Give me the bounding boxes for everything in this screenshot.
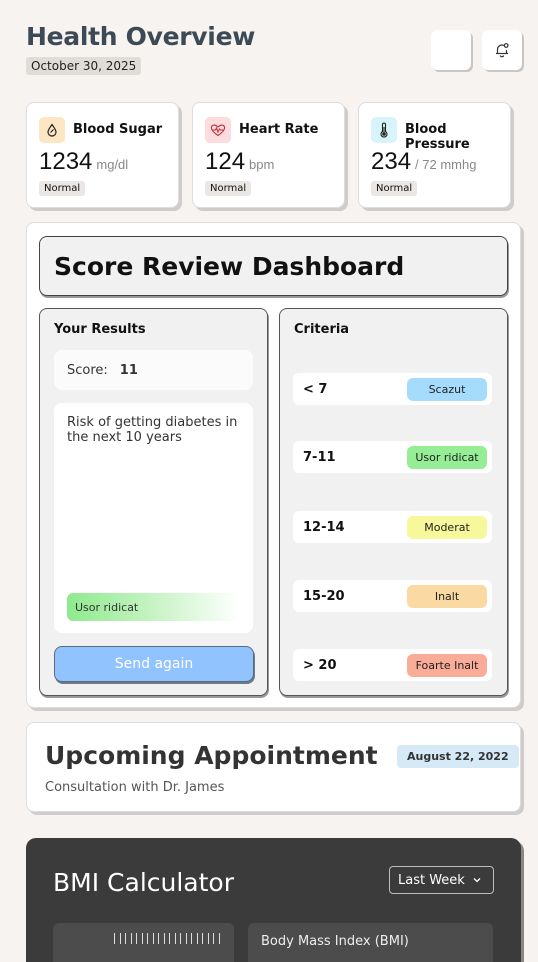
score-value: 11	[119, 362, 138, 378]
criteria-row: > 20 Foarte Inalt	[293, 649, 492, 681]
status-badge: Normal	[371, 181, 418, 196]
risk-text: Risk of getting diabetes in the next 10 …	[67, 415, 238, 445]
bmi-calculator-card: BMI Calculator Last Week Body Mass Index…	[26, 838, 521, 962]
vital-unit: bpm	[249, 157, 275, 172]
header-action-button[interactable]	[431, 30, 471, 70]
criteria-row: 7-11 Usor ridicat	[293, 441, 492, 473]
vital-unit: / 72 mmhg	[415, 157, 477, 172]
bmi-title: BMI Calculator	[53, 868, 234, 897]
appointment-card[interactable]: Upcoming Appointment August 22, 2022 Con…	[26, 722, 521, 812]
vital-value: 124 bpm	[205, 148, 275, 175]
heart-pulse-icon	[205, 117, 231, 143]
appointment-title: Upcoming Appointment	[45, 741, 378, 770]
criteria-range: 12-14	[303, 519, 345, 535]
criteria-row: 15-20 Inalt	[293, 580, 492, 612]
criteria-level-badge: Inalt	[407, 584, 487, 608]
criteria-level-badge: Scazut	[407, 377, 487, 401]
score-label: Score:	[67, 362, 108, 378]
status-badge: Normal	[39, 181, 86, 196]
droplet-icon	[39, 117, 65, 143]
score-review-card: Score Review Dashboard Your Results Scor…	[26, 222, 521, 708]
criteria-range: < 7	[303, 381, 328, 397]
criteria-heading: Criteria	[294, 322, 350, 337]
criteria-row: < 7 Scazut	[293, 373, 492, 405]
vital-card-heart-rate[interactable]: Heart Rate 124 bpm Normal	[192, 102, 345, 208]
status-badge: Normal	[205, 181, 252, 196]
criteria-range: 15-20	[303, 588, 345, 604]
thermometer-icon	[371, 117, 397, 143]
vital-unit: mg/dl	[96, 157, 129, 172]
results-heading: Your Results	[54, 322, 146, 337]
criteria-level-badge: Usor ridicat	[407, 445, 487, 469]
criteria-range: > 20	[303, 657, 337, 673]
vital-card-blood-pressure[interactable]: Blood Pressure 234/ 72 mmhg Normal	[358, 102, 511, 208]
chevron-down-icon	[473, 878, 481, 883]
height-ruler[interactable]	[53, 923, 234, 962]
criteria-level-badge: Foarte Inalt	[407, 653, 487, 677]
period-select-value: Last Week	[398, 872, 465, 888]
vital-value: 1234 mg/dl	[39, 148, 129, 175]
appointment-date-badge: August 22, 2022	[397, 745, 519, 768]
vital-card-blood-sugar[interactable]: Blood Sugar 1234 mg/dl Normal	[26, 102, 179, 208]
criteria-row: 12-14 Moderat	[293, 511, 492, 543]
send-again-button[interactable]: Send again	[54, 646, 254, 682]
bmi-result-box: Body Mass Index (BMI)	[248, 923, 493, 962]
appointment-subtitle: Consultation with Dr. James	[45, 780, 225, 795]
date-badge: October 30, 2025	[26, 57, 142, 75]
vital-value: 234/ 72 mmhg	[371, 148, 477, 175]
results-panel: Your Results Score: 11 Risk of getting d…	[39, 308, 268, 696]
criteria-panel: Criteria < 7 Scazut 7-11 Usor ridicat 12…	[279, 308, 508, 696]
vital-name: Heart Rate	[239, 122, 319, 137]
bmi-box-label: Body Mass Index (BMI)	[261, 934, 409, 949]
score-review-title: Score Review Dashboard	[39, 236, 508, 296]
risk-box: Risk of getting diabetes in the next 10 …	[54, 403, 253, 633]
ruler-ticks	[114, 933, 220, 944]
period-select[interactable]: Last Week	[389, 866, 494, 894]
bell-icon	[496, 43, 509, 58]
notifications-button[interactable]	[482, 30, 522, 70]
criteria-level-badge: Moderat	[407, 515, 487, 539]
vital-name: Blood Sugar	[73, 122, 163, 137]
criteria-range: 7-11	[303, 449, 336, 465]
score-display: Score: 11	[54, 350, 253, 390]
risk-level-badge: Usor ridicat	[67, 593, 240, 621]
page-title: Health Overview	[26, 22, 256, 51]
